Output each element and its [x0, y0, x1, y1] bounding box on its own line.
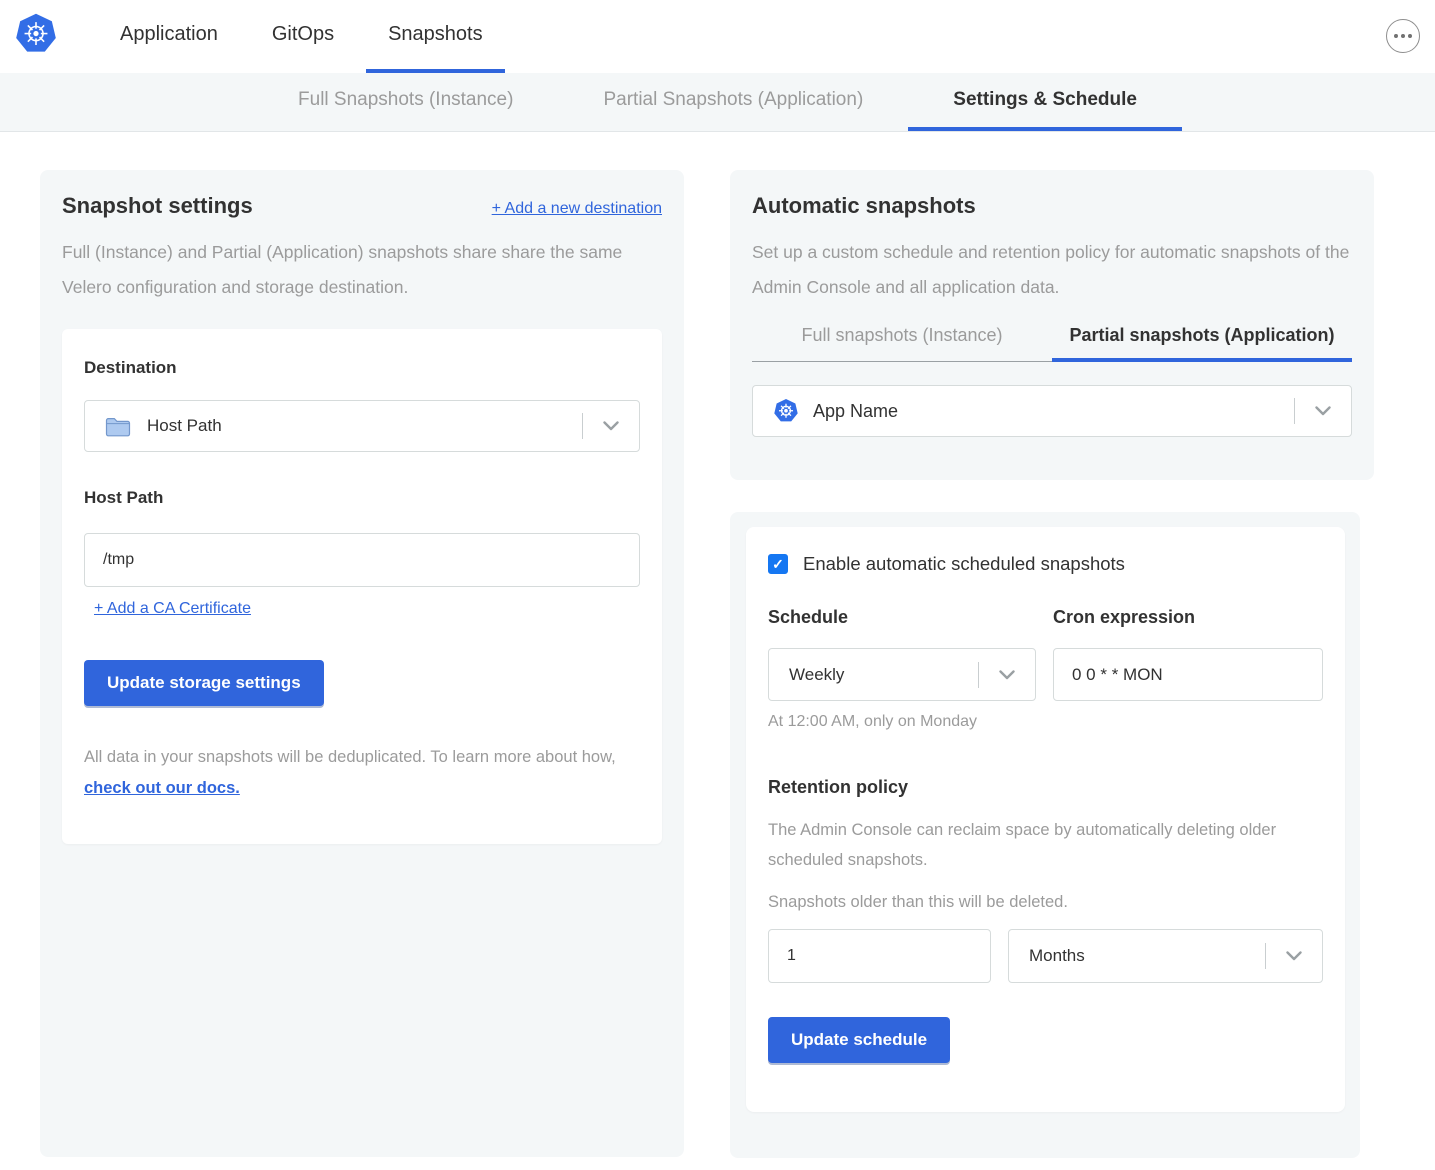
overflow-menu-button[interactable] [1386, 19, 1420, 53]
destination-label: Destination [84, 358, 640, 378]
schedule-label: Schedule [768, 607, 1036, 628]
ellipsis-icon [1394, 34, 1398, 38]
schedule-interval-select[interactable]: Weekly [768, 648, 1036, 701]
cron-expression-input[interactable] [1053, 648, 1323, 701]
enable-snapshots-label: Enable automatic scheduled snapshots [803, 553, 1125, 575]
right-column: Automatic snapshots Set up a custom sche… [730, 170, 1376, 1158]
enable-snapshots-row[interactable]: ✓ Enable automatic scheduled snapshots [768, 553, 1323, 575]
schedule-panel: ✓ Enable automatic scheduled snapshots S… [746, 527, 1345, 1112]
docs-link[interactable]: check out our docs. [84, 779, 240, 797]
update-schedule-button[interactable]: Update schedule [768, 1017, 950, 1063]
add-ca-certificate-link[interactable]: + Add a CA Certificate [94, 600, 251, 618]
kubernetes-logo-icon [14, 12, 58, 61]
retention-count-input[interactable] [768, 929, 991, 983]
app-selector-value: App Name [813, 401, 898, 422]
tab-partial-snapshots-application[interactable]: Partial snapshots (Application) [1052, 325, 1352, 362]
add-new-destination-link[interactable]: + Add a new destination [492, 200, 662, 218]
app-kubernetes-icon [773, 398, 799, 424]
cron-expression-label: Cron expression [1053, 607, 1323, 628]
retention-unit-value: Months [1029, 946, 1085, 966]
destination-value: Host Path [147, 416, 222, 436]
retention-unit-select[interactable]: Months [1008, 929, 1323, 983]
chevron-down-icon [979, 670, 1035, 680]
enable-snapshots-checkbox[interactable]: ✓ [768, 554, 788, 574]
snapshots-subnav: Full Snapshots (Instance) Partial Snapsh… [0, 73, 1435, 132]
chevron-down-icon [583, 421, 639, 431]
snapshot-settings-card: Snapshot settings + Add a new destinatio… [40, 170, 684, 1157]
subtab-settings-schedule[interactable]: Settings & Schedule [908, 73, 1182, 131]
update-storage-settings-button[interactable]: Update storage settings [84, 660, 324, 706]
storage-settings-panel: Destination Host Path Host Path + Add a … [62, 329, 662, 844]
retention-hint: Snapshots older than this will be delete… [768, 893, 1323, 912]
subtab-partial-snapshots[interactable]: Partial Snapshots (Application) [558, 73, 908, 131]
destination-select[interactable]: Host Path [84, 400, 640, 452]
tab-gitops[interactable]: GitOps [250, 0, 356, 73]
host-path-label: Host Path [84, 488, 640, 508]
tab-application[interactable]: Application [98, 0, 240, 73]
automatic-snapshots-tabs: Full snapshots (Instance) Partial snapsh… [752, 325, 1352, 362]
retention-policy-title: Retention policy [768, 777, 1323, 798]
dedupe-note: All data in your snapshots will be dedup… [84, 742, 640, 804]
snapshot-settings-title: Snapshot settings [62, 193, 253, 219]
snapshot-settings-description: Full (Instance) and Partial (Application… [62, 235, 662, 305]
schedule-card: ✓ Enable automatic scheduled snapshots S… [730, 512, 1360, 1158]
tab-full-snapshots-instance[interactable]: Full snapshots (Instance) [752, 325, 1052, 362]
schedule-interval-value: Weekly [789, 665, 844, 685]
folder-icon [105, 416, 131, 437]
subtab-full-snapshots[interactable]: Full Snapshots (Instance) [253, 73, 558, 131]
retention-policy-description: The Admin Console can reclaim space by a… [768, 815, 1292, 875]
cron-human-readable: At 12:00 AM, only on Monday [768, 713, 1323, 731]
tab-snapshots[interactable]: Snapshots [366, 0, 505, 73]
host-path-input[interactable] [84, 533, 640, 587]
top-navigation: Application GitOps Snapshots [0, 0, 1435, 73]
automatic-snapshots-description: Set up a custom schedule and retention p… [752, 235, 1352, 305]
main-tabs: Application GitOps Snapshots [98, 0, 515, 73]
automatic-snapshots-card: Automatic snapshots Set up a custom sche… [730, 170, 1374, 480]
chevron-down-icon [1266, 951, 1322, 961]
chevron-down-icon [1295, 406, 1351, 416]
app-selector[interactable]: App Name [752, 385, 1352, 437]
automatic-snapshots-title: Automatic snapshots [752, 193, 1352, 219]
app-logo[interactable] [14, 0, 58, 73]
main-content: Snapshot settings + Add a new destinatio… [0, 132, 1435, 1158]
